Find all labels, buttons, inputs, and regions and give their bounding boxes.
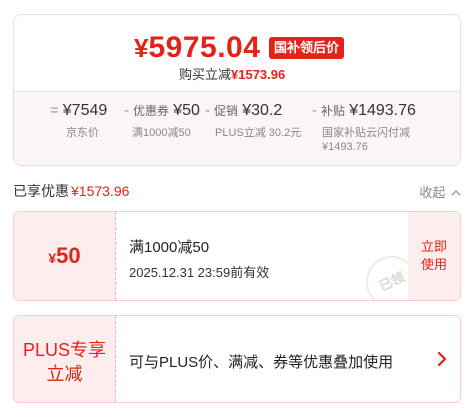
plus-badge-line1: PLUS专享 — [22, 340, 107, 360]
coupon-value: ¥50 — [14, 212, 116, 300]
coupon-currency: ¥ — [48, 250, 57, 266]
chevron-right-icon[interactable] — [436, 350, 448, 368]
coupon-info: 满1000减50 2025.12.31 23:59前有效 — [129, 236, 269, 281]
formula-item-subsidy: - 补贴 ¥1493.76 国家补贴云闪付减 ¥1493.76 — [312, 102, 416, 154]
formula-value: ¥1493.76 — [349, 102, 416, 119]
formula-op: - — [124, 102, 129, 119]
formula-sub2: ¥1493.76 — [322, 141, 368, 153]
formula-item-jd-price: = ¥7549 京东价 — [50, 102, 107, 140]
coupon-expiry: 2025.12.31 23:59前有效 — [129, 265, 270, 280]
formula-tag: 促销 — [214, 104, 239, 118]
final-price-value: 5975.04 — [148, 31, 261, 64]
coupon-card: ¥50 满1000减50 2025.12.31 23:59前有效 已领 立即 使… — [13, 211, 461, 301]
formula-value: ¥7549 — [62, 102, 108, 119]
formula-value: ¥30.2 — [242, 102, 283, 119]
formula-sub: 京东价 — [66, 127, 99, 139]
plus-badge-line2: 立减 — [46, 364, 83, 384]
plus-offer-text: 可与PLUS价、满减、券等优惠叠加使用 — [129, 354, 394, 371]
reduce-amount: ¥1573.96 — [231, 67, 286, 82]
formula-value: ¥50 — [173, 102, 200, 119]
collapse-toggle[interactable]: 收起 — [419, 182, 461, 201]
coupon-amount: 50 — [56, 243, 81, 268]
discount-section-header: 已享优惠 ¥1573.96 收起 — [13, 181, 461, 201]
formula-op: = — [50, 102, 59, 119]
formula-tag: 补贴 — [321, 104, 346, 118]
price-top: ¥5975.04 国补领后价 购买立减¥1573.96 — [14, 15, 460, 91]
formula-tag: 优惠券 — [133, 104, 170, 118]
plus-offer-card[interactable]: PLUS专享 立减 可与PLUS价、满减、券等优惠叠加使用 — [13, 315, 461, 403]
discount-label: 已享优惠 — [13, 183, 69, 199]
price-tag-badge: 国补领后价 — [269, 37, 345, 59]
formula-item-coupon: - 优惠券 ¥50 满1000减50 — [124, 102, 200, 140]
formula-op: - — [312, 102, 317, 119]
final-price: ¥5975.04 — [134, 31, 260, 65]
formula-op: - — [205, 102, 210, 119]
use-now-button[interactable]: 立即 使用 — [408, 212, 460, 300]
collapse-label: 收起 — [419, 185, 446, 200]
price-formula: = ¥7549 京东价 - 优惠券 ¥50 满1000减50 - 促销 ¥30.2 P… — [14, 102, 460, 162]
chevron-up-icon — [451, 190, 461, 196]
use-now-line2: 使用 — [420, 257, 447, 272]
formula-sub: PLUS立减 30.2元 — [215, 127, 302, 139]
reduce-label: 购买立减 — [179, 67, 232, 82]
formula-sub: 满1000减50 — [132, 127, 191, 139]
use-now-line1: 立即 — [420, 239, 447, 254]
formula-item-promotion: - 促销 ¥30.2 PLUS立减 30.2元 — [205, 102, 301, 140]
coupon-title: 满1000减50 — [129, 239, 210, 256]
plus-badge: PLUS专享 立减 — [14, 316, 116, 402]
reduce-line: 购买立减¥1573.96 — [179, 64, 285, 83]
formula-sub: 国家补贴云闪付减 — [322, 127, 410, 139]
final-price-currency: ¥ — [134, 33, 149, 63]
price-formula-panel: = ¥7549 京东价 - 优惠券 ¥50 满1000减50 - 促销 ¥30.2 P… — [14, 91, 460, 165]
price-summary-card: ¥5975.04 国补领后价 购买立减¥1573.96 = ¥7549 京东价 -… — [13, 14, 461, 166]
discount-amount: ¥1573.96 — [71, 183, 130, 199]
